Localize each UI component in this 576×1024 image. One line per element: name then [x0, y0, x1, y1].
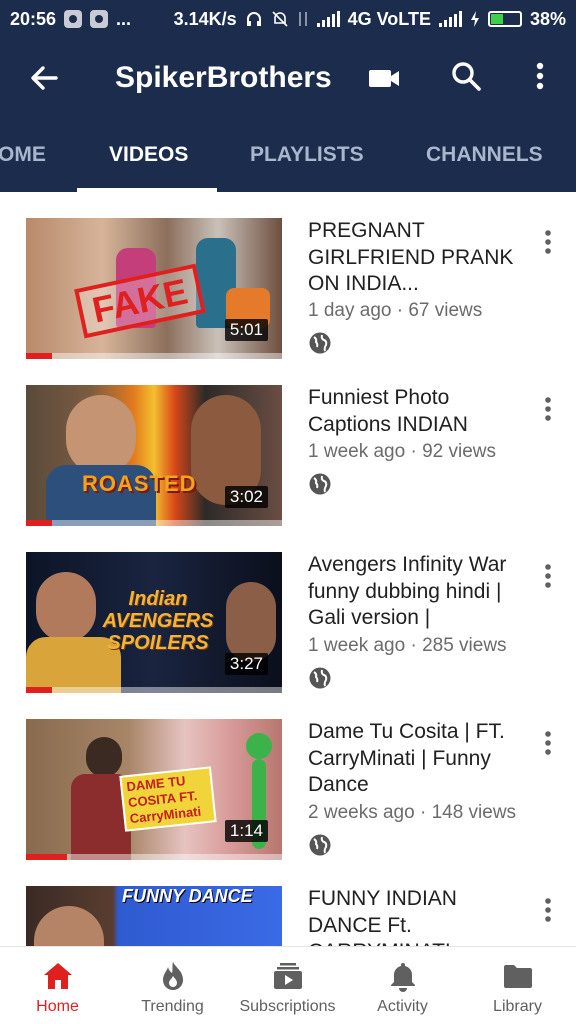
thumbnail-overlay-text: FUNNY DANCE — [122, 886, 253, 906]
signal-icon — [316, 11, 340, 27]
tab-playlists[interactable]: PLAYLISTS — [250, 118, 364, 192]
back-arrow-icon[interactable] — [24, 58, 64, 98]
video-camera-icon[interactable] — [366, 60, 402, 96]
video-title[interactable]: PREGNANT GIRLFRIEND PRANK ON INDIA... — [308, 218, 528, 298]
nav-library[interactable]: Library — [460, 947, 575, 1024]
video-item[interactable]: DAME TU COSITA FT. CarryMinati 1:14 Dame… — [0, 693, 576, 860]
nav-activity[interactable]: Activity — [345, 947, 460, 1024]
video-thumbnail[interactable]: ROASTED 3:02 — [26, 385, 282, 526]
app-bar: SpikerBrothers — [0, 38, 576, 118]
thumbnail-overlay-text: Indian AVENGERS SPOILERS — [102, 588, 214, 654]
folder-icon — [504, 965, 532, 988]
nav-home[interactable]: Home — [0, 947, 115, 1024]
data-transfer-icon — [298, 12, 307, 26]
video-thumbnail[interactable]: FUNNY DANCE — [26, 886, 282, 946]
video-item[interactable]: ROASTED 3:02 Funniest Photo Captions IND… — [0, 359, 576, 526]
status-bar: 20:56 ... 3.14K/s 4G VoLTE 38% — [0, 0, 576, 38]
nav-label: Trending — [141, 998, 204, 1015]
video-duration: 3:02 — [224, 486, 268, 508]
network-type: 4G VoLTE — [347, 8, 431, 29]
more-vert-icon[interactable] — [522, 58, 558, 94]
nav-subscriptions[interactable]: Subscriptions — [230, 947, 345, 1024]
channel-title: SpikerBrothers — [115, 61, 332, 94]
bottom-navigation: Home Trending Subscriptions Activity Lib… — [0, 946, 576, 1024]
flame-icon — [163, 962, 183, 990]
subscriptions-icon — [274, 963, 302, 989]
battery-icon — [487, 11, 522, 27]
network-speed: 3.14K/s — [173, 8, 237, 29]
video-item[interactable]: Indian AVENGERS SPOILERS 3:27 Avengers I… — [0, 526, 576, 693]
video-title[interactable]: Funniest Photo Captions INDIAN — [308, 385, 528, 438]
channel-tabs: OME VIDEOS PLAYLISTS CHANNELS — [0, 118, 576, 192]
nav-trending[interactable]: Trending — [115, 947, 230, 1024]
video-thumbnail[interactable]: DAME TU COSITA FT. CarryMinati 1:14 — [26, 719, 282, 860]
video-more-icon[interactable] — [538, 729, 558, 757]
nav-label: Home — [36, 998, 79, 1015]
signal-icon-2 — [438, 11, 462, 27]
thumbnail-overlay-text: ROASTED — [82, 471, 197, 496]
tab-home[interactable]: OME — [0, 118, 46, 192]
nav-label: Activity — [377, 998, 428, 1015]
video-meta: 1 week ago · 285 views — [308, 635, 507, 656]
video-duration: 3:27 — [224, 653, 268, 675]
video-more-icon[interactable] — [538, 562, 558, 590]
notification-icon — [64, 10, 83, 28]
battery-percent: 38% — [529, 8, 566, 29]
public-globe-icon — [309, 332, 331, 354]
video-meta: 1 week ago · 92 views — [308, 441, 496, 462]
video-title[interactable]: Avengers Infinity War funny dubbing hind… — [308, 552, 528, 632]
public-globe-icon — [309, 473, 331, 495]
chrome-notification-icon — [90, 10, 109, 28]
public-globe-icon — [309, 667, 331, 689]
charging-icon — [470, 11, 479, 27]
tab-channels[interactable]: CHANNELS — [426, 118, 543, 192]
video-meta: 1 day ago · 67 views — [308, 300, 483, 321]
more-notifications-indicator: ... — [116, 8, 132, 29]
video-item[interactable]: FUNNY DANCE FUNNY INDIAN DANCE Ft. CARRY… — [0, 860, 576, 946]
headphones-icon — [246, 12, 261, 26]
public-globe-icon — [309, 834, 331, 856]
nav-label: Library — [493, 998, 542, 1015]
video-more-icon[interactable] — [538, 896, 558, 924]
video-more-icon[interactable] — [538, 228, 558, 256]
search-icon[interactable] — [448, 58, 484, 94]
video-duration: 1:14 — [224, 820, 268, 842]
status-time: 20:56 — [10, 8, 57, 29]
video-item[interactable]: FAKE 5:01 PREGNANT GIRLFRIEND PRANK ON I… — [0, 192, 576, 359]
video-thumbnail[interactable]: FAKE 5:01 — [26, 218, 282, 359]
video-thumbnail[interactable]: Indian AVENGERS SPOILERS 3:27 — [26, 552, 282, 693]
bell-icon — [391, 963, 415, 992]
video-more-icon[interactable] — [538, 395, 558, 423]
video-title[interactable]: FUNNY INDIAN DANCE Ft. CARRYMINATI — [308, 886, 528, 946]
muted-bell-icon — [272, 11, 288, 27]
video-title[interactable]: Dame Tu Cosita | FT. CarryMinati | Funny… — [308, 719, 528, 799]
home-icon — [44, 963, 72, 989]
tab-videos[interactable]: VIDEOS — [109, 118, 188, 192]
video-duration: 5:01 — [224, 319, 268, 341]
thumbnail-overlay-text: DAME TU COSITA FT. CarryMinati — [119, 766, 217, 832]
video-meta: 2 weeks ago · 148 views — [308, 802, 517, 823]
nav-label: Subscriptions — [239, 998, 336, 1015]
video-list: FAKE 5:01 PREGNANT GIRLFRIEND PRANK ON I… — [0, 192, 576, 946]
